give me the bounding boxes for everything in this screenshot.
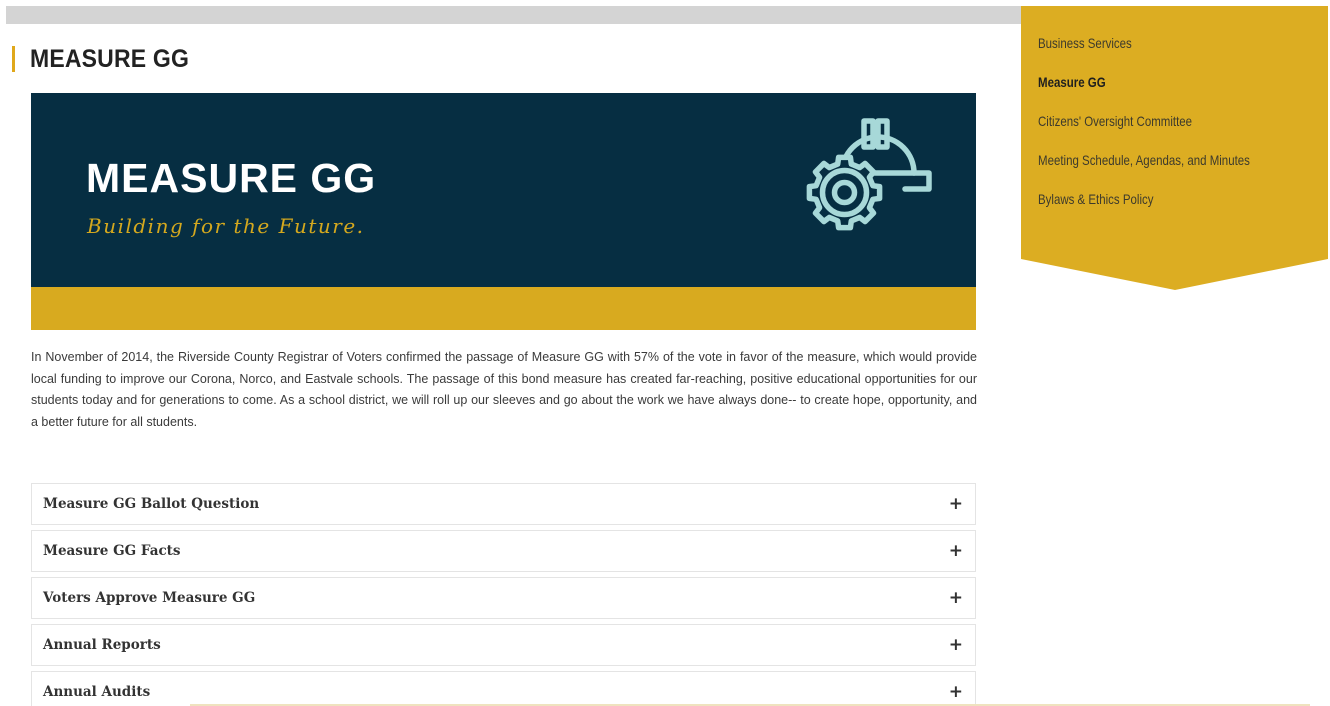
banner-tagline: Building for the Future. (87, 214, 365, 238)
accordion-item-voters-approve[interactable]: Voters Approve Measure GG + (31, 577, 976, 619)
sidebar-list: Business Services Measure GG Citizens' O… (1038, 33, 1296, 228)
intro-paragraph: In November of 2014, the Riverside Count… (31, 350, 977, 429)
page-title-wrap: MEASURE GG (12, 44, 203, 74)
sidebar-item-meeting-schedule[interactable]: Meeting Schedule, Agendas, and Minutes (1038, 150, 1250, 189)
plus-icon[interactable]: + (949, 635, 963, 655)
accordion-item-label: Measure GG Facts (43, 543, 181, 559)
accordion-item-label: Annual Reports (43, 637, 161, 653)
title-accent-bar (12, 46, 15, 72)
page-title: MEASURE GG (30, 44, 190, 73)
plus-icon[interactable]: + (949, 494, 963, 514)
accordion-item-label: Voters Approve Measure GG (43, 590, 256, 606)
accordion: Measure GG Ballot Question + Measure GG … (31, 483, 976, 706)
sidebar-item-measure-gg[interactable]: Measure GG (1038, 72, 1250, 111)
sidebar-item-bylaws-ethics-policy[interactable]: Bylaws & Ethics Policy (1038, 189, 1250, 228)
plus-icon[interactable]: + (949, 682, 963, 702)
sidebar-item-citizens-oversight-committee[interactable]: Citizens' Oversight Committee (1038, 111, 1250, 150)
accordion-item-annual-audits[interactable]: Annual Audits + (31, 671, 976, 706)
sidebar-item-business-services[interactable]: Business Services (1038, 33, 1250, 72)
banner-heading: MEASURE GG (86, 155, 377, 201)
accordion-item-ballot-question[interactable]: Measure GG Ballot Question + (31, 483, 976, 525)
hero-banner: MEASURE GG Building for the Future. (31, 93, 976, 330)
accordion-item-label: Annual Audits (43, 684, 151, 700)
accordion-item-annual-reports[interactable]: Annual Reports + (31, 624, 976, 666)
banner-accent-stripe (31, 287, 976, 330)
plus-icon[interactable]: + (949, 588, 963, 608)
accordion-item-facts[interactable]: Measure GG Facts + (31, 530, 976, 572)
gear-hardhat-icon (806, 118, 932, 231)
plus-icon[interactable]: + (949, 541, 963, 561)
top-bar (6, 6, 1021, 24)
accordion-item-label: Measure GG Ballot Question (43, 496, 260, 512)
sidebar-nav: Business Services Measure GG Citizens' O… (1021, 6, 1328, 292)
